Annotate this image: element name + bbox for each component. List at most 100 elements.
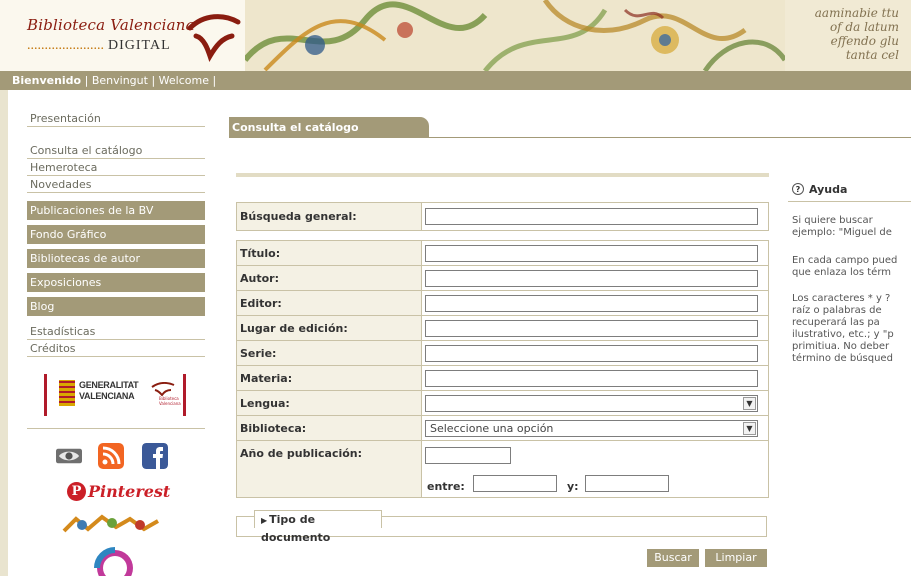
- logo-subtitle: ...................... DIGITAL: [27, 38, 171, 53]
- field-row-anio: Año de publicación: entre: y:: [237, 441, 768, 497]
- pinterest-link[interactable]: P Pinterest: [67, 481, 170, 501]
- sidebar-item-bibliotecas-autor[interactable]: Bibliotecas de autor: [27, 249, 205, 268]
- language-bar: Bienvenido | Benvingut | Welcome |: [0, 71, 911, 90]
- field-row-autor: Autor:: [237, 266, 768, 291]
- general-search-label: Búsqueda general:: [237, 203, 422, 230]
- help-paragraph: Los caracteres * y ? raíz o palabras de …: [792, 293, 894, 364]
- field-row-serie: Serie:: [237, 341, 768, 366]
- lang-link-es[interactable]: Bienvenido: [12, 74, 81, 87]
- tab-consulta-catalogo[interactable]: Consulta el catálogo: [229, 117, 429, 138]
- gva-logo-text: GENERALITAT VALENCIANA: [79, 380, 139, 401]
- anio-label: Año de publicación:: [237, 441, 422, 497]
- serie-input[interactable]: [425, 345, 758, 362]
- help-paragraph: Si quiere buscar ejemplo: "Miguel de: [792, 215, 892, 238]
- field-row-editor: Editor:: [237, 291, 768, 316]
- lang-separator: |: [151, 74, 156, 87]
- lang-separator: |: [212, 74, 217, 87]
- row-divider: [237, 415, 768, 416]
- chevron-down-icon: ▼: [743, 422, 756, 435]
- row-divider: [237, 390, 768, 391]
- autor-label: Autor:: [237, 266, 422, 291]
- sidebar-nav: Presentación Consulta el catálogo Hemero…: [27, 110, 205, 357]
- general-search-input[interactable]: [425, 208, 758, 225]
- field-row-biblioteca: Biblioteca: Seleccione una opción ▼: [237, 416, 768, 441]
- chevron-down-icon: ▼: [743, 397, 756, 410]
- lengua-select[interactable]: ▼: [425, 395, 758, 412]
- field-row-materia: Materia:: [237, 366, 768, 391]
- sidebar-item-presentacion[interactable]: Presentación: [27, 110, 205, 127]
- biblioteca-v-icon: [151, 382, 175, 396]
- logo-title: Biblioteca Valenciana: [27, 16, 195, 34]
- anio-to-input[interactable]: [585, 475, 669, 492]
- lang-separator: |: [84, 74, 89, 87]
- camera-eye-icon[interactable]: [56, 443, 82, 469]
- biblioteca-label: Biblioteca:: [237, 416, 422, 441]
- sidebar-item-publicaciones[interactable]: Publicaciones de la BV: [27, 201, 205, 220]
- row-divider: [237, 340, 768, 341]
- field-row-lengua: Lengua: ▼: [237, 391, 768, 416]
- lang-link-va[interactable]: Benvingut: [92, 74, 148, 87]
- circular-logo-icon[interactable]: [63, 544, 167, 576]
- general-search-box: Búsqueda general:: [236, 202, 769, 231]
- tipo-documento-fieldset: ▶ Tipo de documento: [236, 510, 767, 544]
- titulo-label: Título:: [237, 241, 422, 266]
- materia-input[interactable]: [425, 370, 758, 387]
- limpiar-button[interactable]: Limpiar: [705, 549, 767, 567]
- advanced-search-box: Título: Autor: Editor: Lugar de edición:…: [236, 240, 769, 498]
- row-divider: [237, 365, 768, 366]
- titulo-input[interactable]: [425, 245, 758, 262]
- catalog-tab-strip: Consulta el catálogo: [229, 117, 911, 138]
- lengua-label: Lengua:: [237, 391, 422, 416]
- illuminated-manuscript-image: [242, 0, 911, 71]
- sidebar-divider: [27, 428, 205, 429]
- rss-icon[interactable]: [98, 443, 124, 469]
- editor-label: Editor:: [237, 291, 422, 316]
- materia-label: Materia:: [237, 366, 422, 391]
- row-divider: [237, 315, 768, 316]
- banner-manuscript-text: aaminabie ttu of da latum effendo glu ta…: [814, 6, 899, 62]
- sidebar-item-fondo-grafico[interactable]: Fondo Gráfico: [27, 225, 205, 244]
- gva-flag-icon: [59, 380, 75, 406]
- row-divider: [237, 290, 768, 291]
- sidebar-item-blog[interactable]: Blog: [27, 297, 205, 316]
- sidebar-item-hemeroteca[interactable]: Hemeroteca: [27, 159, 205, 176]
- anio-from-input[interactable]: [473, 475, 557, 492]
- facebook-icon[interactable]: [142, 443, 168, 469]
- help-paragraph: En cada campo pued que enlaza los térm: [792, 255, 898, 278]
- biblioteca-select[interactable]: Seleccione una opción ▼: [425, 420, 758, 437]
- europeana-banner-icon[interactable]: [62, 513, 166, 535]
- site-logo[interactable]: Biblioteca Valenciana ..................…: [0, 0, 245, 71]
- field-row-lugar-edicion: Lugar de edición:: [237, 316, 768, 341]
- lugar-edicion-label: Lugar de edición:: [237, 316, 422, 341]
- editor-input[interactable]: [425, 295, 758, 312]
- generalitat-valenciana-logo[interactable]: GENERALITAT VALENCIANA Biblioteca Valenc…: [44, 374, 186, 416]
- row-divider: [237, 440, 768, 441]
- y-label: y:: [567, 480, 579, 493]
- site-header: Biblioteca Valenciana ..................…: [0, 0, 911, 71]
- autor-input[interactable]: [425, 270, 758, 287]
- pinterest-icon: P: [67, 482, 86, 501]
- tipo-documento-toggle[interactable]: ▶ Tipo de documento: [254, 510, 382, 544]
- triangle-right-icon: ▶: [261, 516, 268, 525]
- sidebar-item-estadisticas[interactable]: Estadísticas: [27, 323, 205, 340]
- serie-label: Serie:: [237, 341, 422, 366]
- anio-exact-input[interactable]: [425, 447, 511, 464]
- biblioteca-select-value: Seleccione una opción: [430, 422, 554, 435]
- logo-mark-icon: [187, 14, 241, 62]
- field-row-titulo: Título:: [237, 241, 768, 266]
- help-divider: [788, 201, 911, 202]
- sidebar-item-creditos[interactable]: Créditos: [27, 340, 205, 357]
- header-banner: aaminabie ttu of da latum effendo glu ta…: [242, 0, 911, 71]
- help-circle-icon: ?: [792, 183, 804, 195]
- lang-link-en[interactable]: Welcome: [159, 74, 209, 87]
- row-divider: [237, 265, 768, 266]
- sidebar-item-novedades[interactable]: Novedades: [27, 176, 205, 193]
- form-top-rule: [236, 173, 769, 177]
- entre-label: entre:: [427, 480, 465, 493]
- left-edge-strip: [0, 90, 8, 576]
- lugar-edicion-input[interactable]: [425, 320, 758, 337]
- sidebar-item-consulta-catalogo[interactable]: Consulta el catálogo: [27, 142, 205, 159]
- buscar-button[interactable]: Buscar: [647, 549, 699, 567]
- sidebar-item-exposiciones[interactable]: Exposiciones: [27, 273, 205, 292]
- gva-sub-text: Biblioteca Valenciana: [159, 396, 181, 406]
